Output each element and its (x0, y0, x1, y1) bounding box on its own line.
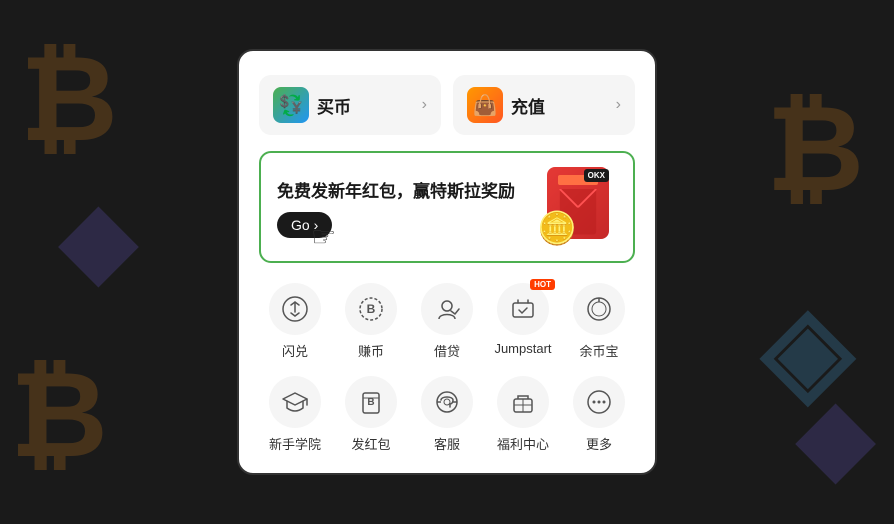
cursor-icon: ☞ (311, 220, 336, 253)
red-packet-label: 发红包 (351, 434, 390, 453)
jumpstart-label: Jumpstart (494, 341, 551, 356)
flash-swap-item[interactable]: 闪兑 (259, 283, 331, 360)
buy-chevron-icon: › (422, 96, 427, 114)
loan-icon (421, 283, 473, 335)
recharge-icon: 👜 (467, 87, 503, 123)
loan-label: 借贷 (434, 341, 460, 360)
buy-icon: 💱 (273, 87, 309, 123)
coin-icon: 🪙 (537, 209, 577, 247)
savings-item[interactable]: 余币宝 (563, 283, 635, 360)
main-card: 💱 买币 › 👜 充值 › 免费发新年红包，赢特斯拉奖励 Go › ☞ OKX (237, 49, 657, 475)
banner[interactable]: 免费发新年红包，赢特斯拉奖励 Go › ☞ OKX 🪙 (259, 151, 635, 263)
buy-label: 买币 (317, 93, 351, 118)
banner-title: 免费发新年红包，赢特斯拉奖励 (277, 177, 515, 202)
recharge-chevron-icon: › (616, 96, 621, 114)
savings-label: 余币宝 (579, 341, 618, 360)
flash-swap-label: 闪兑 (282, 341, 308, 360)
savings-icon (573, 283, 625, 335)
red-packet-item[interactable]: B 发红包 (335, 376, 407, 453)
icon-grid: 闪兑 B 赚币 借贷 (259, 283, 635, 453)
earn-item[interactable]: B 赚币 (335, 283, 407, 360)
svg-text:B: B (367, 397, 374, 408)
support-label: 客服 (434, 434, 460, 453)
top-nav: 💱 买币 › 👜 充值 › (259, 75, 635, 135)
banner-content: 免费发新年红包，赢特斯拉奖励 Go › ☞ (277, 177, 515, 238)
icon-row-2: 新手学院 B 发红包 (259, 376, 635, 453)
more-label: 更多 (586, 434, 612, 453)
svg-text:B: B (367, 302, 376, 316)
support-item[interactable]: 客服 (411, 376, 483, 453)
welfare-icon (497, 376, 549, 428)
support-icon (421, 376, 473, 428)
okx-badge: OKX (584, 169, 609, 182)
academy-label: 新手学院 (269, 434, 321, 453)
recharge-label: 充值 (511, 93, 545, 118)
flash-swap-icon (269, 283, 321, 335)
more-icon (573, 376, 625, 428)
earn-label: 赚币 (358, 341, 384, 360)
jumpstart-icon: HOT (497, 283, 549, 335)
academy-item[interactable]: 新手学院 (259, 376, 331, 453)
icon-row-1: 闪兑 B 赚币 借贷 (259, 283, 635, 360)
hot-badge: HOT (530, 279, 555, 290)
more-item[interactable]: 更多 (563, 376, 635, 453)
welfare-item[interactable]: 福利中心 (487, 376, 559, 453)
loan-item[interactable]: 借贷 (411, 283, 483, 360)
banner-image: OKX 🪙 (537, 167, 617, 247)
academy-icon (269, 376, 321, 428)
red-packet-icon: B (345, 376, 397, 428)
welfare-label: 福利中心 (497, 434, 549, 453)
buy-coin-button[interactable]: 💱 买币 › (259, 75, 441, 135)
recharge-button[interactable]: 👜 充值 › (453, 75, 635, 135)
jumpstart-item[interactable]: HOT Jumpstart (487, 283, 559, 360)
earn-icon: B (345, 283, 397, 335)
